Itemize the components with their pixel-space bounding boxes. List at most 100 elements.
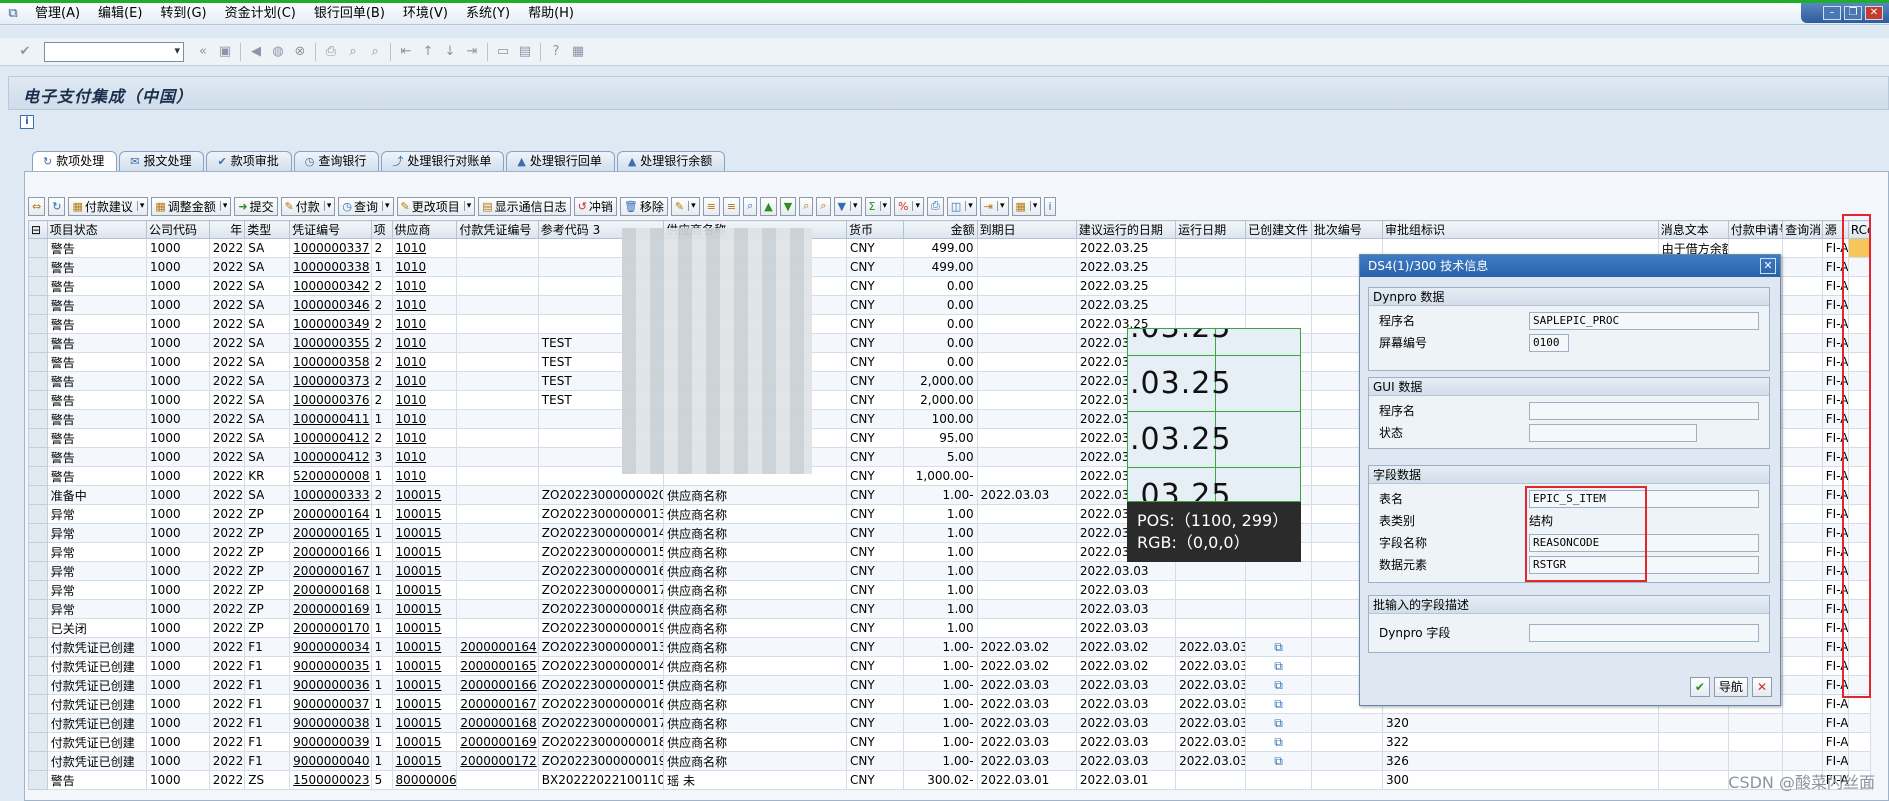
table-cell[interactable]: 1010 <box>391 409 458 429</box>
table-cell[interactable] <box>456 428 539 448</box>
sort-desc-icon[interactable]: ≡ <box>722 196 741 216</box>
export-icon[interactable]: ⇥ ▾ <box>979 196 1009 216</box>
program-field[interactable]: SAPLEPIC_PROC <box>1529 312 1759 330</box>
table-cell[interactable] <box>456 371 539 391</box>
cancel-icon[interactable]: ⊗ <box>289 42 311 62</box>
col-batch-number[interactable]: 批次编号 <box>1310 220 1383 239</box>
table-cell[interactable]: 1010 <box>391 390 458 410</box>
restore-icon[interactable]: ❐ <box>1844 6 1862 20</box>
menu-goto[interactable]: 转到(G) <box>151 3 215 25</box>
col-item[interactable]: 项 <box>370 220 393 239</box>
table-cell[interactable] <box>456 409 539 429</box>
table-cell[interactable] <box>456 618 539 638</box>
gui-status-field[interactable] <box>1529 424 1697 442</box>
submit-button[interactable]: ➜ 提交 <box>234 196 278 216</box>
row-selector[interactable] <box>28 637 48 657</box>
tab-payment-processing[interactable]: ↻ 款项处理 <box>32 151 118 171</box>
table-cell[interactable]: 5200000008 <box>289 466 372 486</box>
table-cell[interactable]: 2000000166 <box>289 542 372 562</box>
info-icon[interactable]: i <box>20 115 34 129</box>
prev-page-icon[interactable]: ↑ <box>417 42 439 62</box>
menu-manage[interactable]: 管理(A) <box>26 3 89 25</box>
last-page-icon[interactable]: ⇥ <box>461 42 483 62</box>
table-cell[interactable]: 100015 <box>391 751 458 771</box>
exit-icon[interactable]: ◍ <box>267 42 289 62</box>
remove-button[interactable]: 🗑 移除 <box>619 196 668 216</box>
change-item-button[interactable]: ✎ 更改项目 ▾ <box>396 196 476 216</box>
table-cell[interactable]: 1000000338 <box>289 257 372 277</box>
table-cell[interactable]: 1000000376 <box>289 390 372 410</box>
table-cell[interactable]: 9000000039 <box>289 732 372 752</box>
tab-bank-balance[interactable]: ▲ 处理银行余额 <box>616 151 726 171</box>
row-selector[interactable] <box>28 333 48 353</box>
table-cell[interactable] <box>456 599 539 619</box>
reverse-button[interactable]: ↺ 冲销 <box>573 196 617 216</box>
table-cell[interactable] <box>456 485 539 505</box>
col-currency[interactable]: 货币 <box>845 220 905 239</box>
table-cell[interactable]: 9000000037 <box>289 694 372 714</box>
gui-program-field[interactable] <box>1529 402 1759 420</box>
layout-icon[interactable]: ▦ <box>567 42 589 62</box>
row-selector[interactable] <box>28 409 48 429</box>
table-cell[interactable]: 2000000165 <box>456 656 539 676</box>
print-icon[interactable]: ⎙ <box>927 196 944 216</box>
double-left-icon[interactable]: « <box>192 42 214 62</box>
table-cell[interactable]: 1010 <box>391 466 458 486</box>
first-page-icon[interactable]: ⇤ <box>395 42 417 62</box>
print-icon[interactable]: ⎙ <box>320 42 342 62</box>
app-menu-icon[interactable]: ⧉ <box>0 3 26 25</box>
table-cell[interactable]: 2000000169 <box>456 732 539 752</box>
row-selector[interactable] <box>28 352 48 372</box>
table-cell[interactable]: 1000000349 <box>289 314 372 334</box>
find-icon[interactable]: ⌕ <box>799 196 814 216</box>
select-all-cell[interactable]: ⊟ <box>28 220 48 239</box>
table-cell[interactable]: 1000000333 <box>289 485 372 505</box>
table-cell[interactable]: 1010 <box>391 447 458 467</box>
table-cell[interactable]: 100015 <box>391 504 458 524</box>
sort-icon[interactable]: ≡ <box>702 196 720 216</box>
table-cell[interactable] <box>456 523 539 543</box>
file-icon[interactable]: ⧉ <box>1274 716 1283 730</box>
table-cell[interactable]: 100015 <box>391 694 458 714</box>
show-comm-log-button[interactable]: ▤ 显示通信日志 <box>478 196 571 216</box>
col-doc-number[interactable]: 凭证编号 <box>289 220 372 239</box>
dynpro-field[interactable] <box>1529 624 1759 642</box>
row-selector[interactable] <box>28 694 48 714</box>
table-cell[interactable]: 1000000373 <box>289 371 372 391</box>
table-cell[interactable] <box>456 447 539 467</box>
close-icon[interactable]: ✕ <box>1760 258 1776 274</box>
close-window-icon[interactable]: ✕ <box>1865 6 1883 20</box>
views-icon[interactable]: ◫ ▾ <box>946 196 977 216</box>
row-selector[interactable] <box>28 751 48 771</box>
cancel-button[interactable]: ✕ <box>1751 677 1772 697</box>
file-icon[interactable]: ⧉ <box>1274 659 1283 673</box>
table-cell[interactable]: 9000000035 <box>289 656 372 676</box>
table-cell[interactable]: 2000000164 <box>289 504 372 524</box>
table-cell[interactable] <box>456 504 539 524</box>
table-cell[interactable]: 80000006 <box>391 770 458 790</box>
row-selector[interactable] <box>28 295 48 315</box>
file-icon[interactable]: ⧉ <box>1274 735 1283 749</box>
table-cell[interactable]: 100015 <box>391 713 458 733</box>
row-selector[interactable] <box>28 618 48 638</box>
col-vendor[interactable]: 供应商 <box>391 220 458 239</box>
save-icon[interactable]: ▣ <box>214 42 236 62</box>
table-cell[interactable]: 9000000036 <box>289 675 372 695</box>
table-cell[interactable] <box>456 238 539 258</box>
row-selector[interactable] <box>28 656 48 676</box>
shortcut-icon[interactable]: ▤ <box>514 42 536 62</box>
table-cell[interactable] <box>456 352 539 372</box>
menu-environment[interactable]: 环境(V) <box>394 3 457 25</box>
help-icon[interactable]: ? <box>545 42 567 62</box>
row-selector[interactable] <box>28 314 48 334</box>
tab-query-bank[interactable]: ◷ 查询银行 <box>293 151 380 171</box>
table-cell[interactable]: 100015 <box>391 485 458 505</box>
table-row[interactable]: 付款凭证已创建 1000 2022 F1 9000000039 1 100015 200000… <box>28 732 1872 752</box>
col-company-code[interactable]: 公司代码 <box>146 220 210 239</box>
row-selector[interactable] <box>28 580 48 600</box>
col-approval-group[interactable]: 审批组标识 <box>1381 220 1659 239</box>
table-cell[interactable]: 100015 <box>391 561 458 581</box>
table-cell[interactable] <box>456 561 539 581</box>
tab-message-processing[interactable]: ✉ 报文处理 <box>119 151 205 171</box>
search-icon[interactable]: ⌕ <box>743 196 758 216</box>
